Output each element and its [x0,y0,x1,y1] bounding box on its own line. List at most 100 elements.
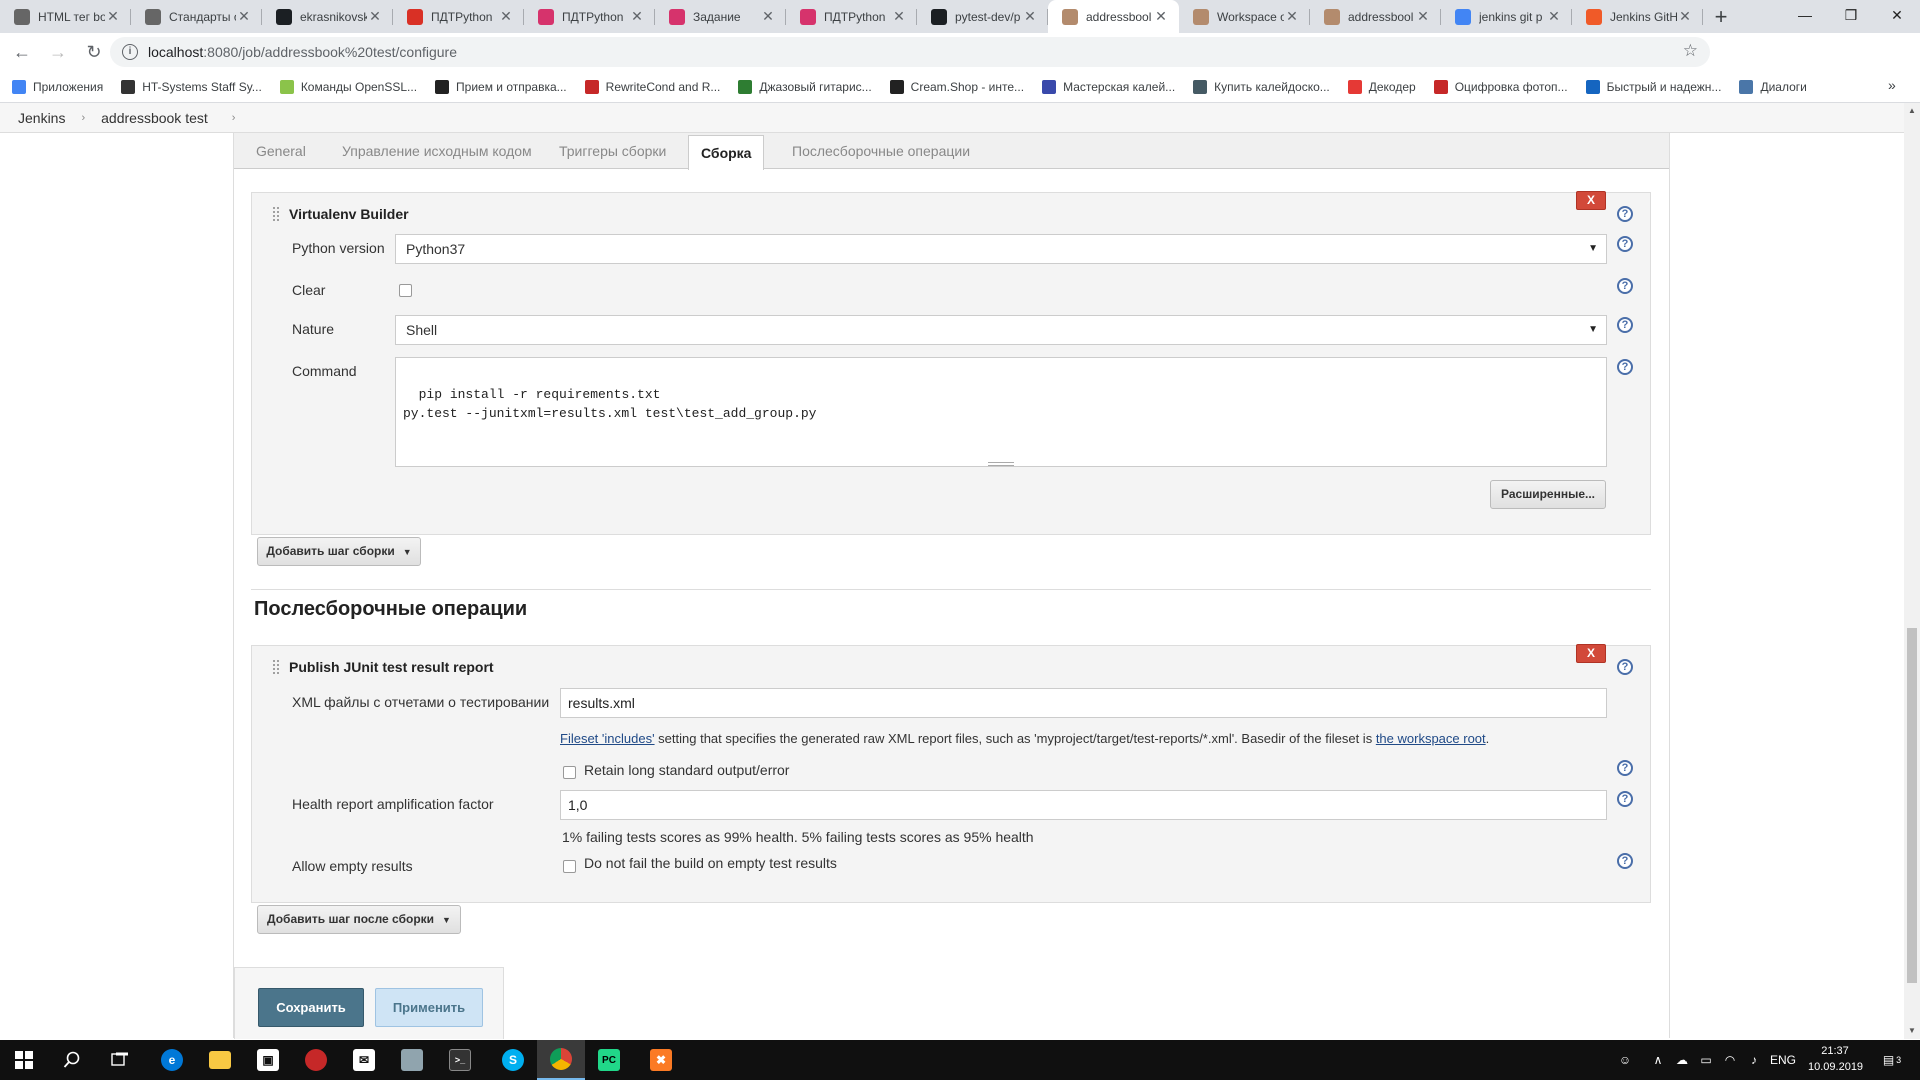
edge-icon[interactable]: e [148,1040,196,1080]
language-indicator[interactable]: ENG [1766,1040,1800,1080]
browser-tab[interactable]: ПДТPython ✕ [786,0,917,33]
browser-tab[interactable]: Jenkins GitH ✕ [1572,0,1703,33]
bookmark-item[interactable]: Купить калейдоско... [1193,79,1330,94]
tab-scm[interactable]: Управление исходным кодом [330,133,544,169]
app-red-icon[interactable] [292,1040,340,1080]
people-icon[interactable]: ☺ [1610,1040,1640,1080]
xml-files-input[interactable]: results.xml [560,688,1607,718]
bookmark-item[interactable]: RewriteCond and R... [584,79,720,94]
browser-tab[interactable]: pytest-dev/p ✕ [917,0,1048,33]
forward-icon[interactable]: → [44,38,72,66]
browser-tab[interactable]: ekrasnikovsk ✕ [262,0,393,33]
skype-icon[interactable]: S [489,1040,537,1080]
fileset-includes-link[interactable]: Fileset 'includes' [560,731,655,746]
drag-handle[interactable] [272,659,280,675]
scroll-up-icon[interactable]: ▲ [1907,106,1917,115]
xampp-icon[interactable]: ✖ [637,1040,685,1080]
new-tab-button[interactable]: + [1703,0,1739,33]
breadcrumb-job[interactable]: addressbook test [93,110,216,126]
bookmarks-overflow[interactable]: » [1888,77,1896,93]
bookmark-item[interactable]: Диалоги [1739,79,1807,94]
tab-build-triggers[interactable]: Триггеры сборки [547,133,678,169]
bookmark-item[interactable]: Приложения [12,79,103,94]
breadcrumb-separator[interactable]: › [73,112,93,124]
address-bar[interactable]: i localhost:8080/job/addressbook%20test/… [110,37,1710,67]
tab-general[interactable]: General [244,133,318,169]
tab-close-icon[interactable]: ✕ [760,8,776,25]
taskbar-clock[interactable]: 21:37 10.09.2019 [1808,1043,1863,1075]
notification-icon[interactable]: ▤ 3 [1872,1040,1912,1080]
tab-close-icon[interactable]: ✕ [1022,8,1038,25]
wifi-icon[interactable]: ◠ [1718,1040,1742,1080]
help-icon[interactable]: ? [1617,659,1633,675]
tab-close-icon[interactable]: ✕ [498,8,514,25]
workspace-root-link[interactable]: the workspace root [1376,731,1486,746]
tab-close-icon[interactable]: ✕ [1677,8,1693,25]
save-button[interactable]: Сохранить [258,988,364,1027]
bookmark-item[interactable]: Оцифровка фотоп... [1433,79,1568,94]
tab-close-icon[interactable]: ✕ [236,8,252,25]
breadcrumb-separator[interactable]: › [216,112,244,124]
bookmark-item[interactable]: Декодер [1347,79,1416,94]
delete-step-button[interactable]: X [1576,644,1606,663]
mail-icon[interactable]: ✉ [340,1040,388,1080]
help-icon[interactable]: ? [1617,853,1633,869]
bookmark-item[interactable]: Cream.Shop - инте... [889,79,1024,94]
search-icon[interactable] [48,1040,96,1080]
tab-close-icon[interactable]: ✕ [891,8,907,25]
windows-start-icon[interactable] [0,1040,48,1080]
help-icon[interactable]: ? [1617,359,1633,375]
tray-expand-icon[interactable]: ∧ [1646,1040,1670,1080]
add-post-build-step-button[interactable]: Добавить шаг после сборки ▼ [257,905,461,934]
allow-empty-checkbox[interactable] [563,860,576,873]
store-icon[interactable]: ▣ [244,1040,292,1080]
health-factor-input[interactable]: 1,0 [560,790,1607,820]
browser-tab[interactable]: Задание ✕ [655,0,786,33]
bookmark-item[interactable]: Прием и отправка... [435,79,567,94]
close-window-button[interactable]: ✕ [1874,0,1920,30]
browser-tab[interactable]: ПДТPython ✕ [524,0,655,33]
browser-tab[interactable]: ПДТPython ✕ [393,0,524,33]
bookmark-item[interactable]: Быстрый и надежн... [1585,79,1721,94]
tab-close-icon[interactable]: ✕ [1415,8,1431,25]
help-icon[interactable]: ? [1617,236,1633,252]
nature-select[interactable]: Shell ▼ [395,315,1607,345]
task-view-icon[interactable] [96,1040,144,1080]
browser-tab[interactable]: addressbool ✕ [1310,0,1441,33]
back-icon[interactable]: ← [8,38,36,66]
minimize-button[interactable]: — [1782,0,1828,30]
tab-close-icon[interactable]: ✕ [629,8,645,25]
tab-build[interactable]: Сборка [688,135,765,170]
advanced-button[interactable]: Расширенные... [1490,480,1606,509]
help-icon[interactable]: ? [1617,317,1633,333]
help-icon[interactable]: ? [1617,760,1633,776]
apply-button[interactable]: Применить [375,988,483,1027]
pycharm-icon[interactable]: PC [585,1040,633,1080]
scroll-down-icon[interactable]: ▼ [1907,1026,1917,1035]
bookmark-item[interactable]: Джазовый гитарис... [738,79,872,94]
delete-step-button[interactable]: X [1576,191,1606,210]
allow-empty-checkbox-label[interactable]: Do not fail the build on empty test resu… [584,855,837,871]
retain-output-checkbox[interactable] [563,766,576,779]
tab-close-icon[interactable]: ✕ [1546,8,1562,25]
add-build-step-button[interactable]: Добавить шаг сборки ▼ [257,537,421,566]
terminal-icon[interactable]: >_ [436,1040,484,1080]
help-icon[interactable]: ? [1617,206,1633,222]
resize-grip[interactable] [988,462,1014,466]
bookmark-item[interactable]: HT-Systems Staff Sy... [121,79,262,94]
reload-icon[interactable]: ↻ [80,38,108,66]
browser-tab[interactable]: addressbool ✕ [1048,0,1179,33]
browser-tab[interactable]: jenkins git p ✕ [1441,0,1572,33]
maximize-button[interactable]: ❒ [1828,0,1874,30]
command-textarea[interactable]: pip install -r requirements.txt py.test … [395,357,1607,467]
browser-tab[interactable]: Стандарты о ✕ [131,0,262,33]
battery-icon[interactable]: ▭ [1694,1040,1718,1080]
bookmark-item[interactable]: Мастерская калей... [1042,79,1175,94]
help-icon[interactable]: ? [1617,791,1633,807]
onedrive-icon[interactable]: ☁ [1670,1040,1694,1080]
tab-close-icon[interactable]: ✕ [1284,8,1300,25]
browser-tab[interactable]: HTML тег bo ✕ [0,0,131,33]
volume-icon[interactable]: ♪ [1742,1040,1766,1080]
tab-post-build[interactable]: Послесборочные операции [780,133,982,169]
tab-close-icon[interactable]: ✕ [367,8,383,25]
